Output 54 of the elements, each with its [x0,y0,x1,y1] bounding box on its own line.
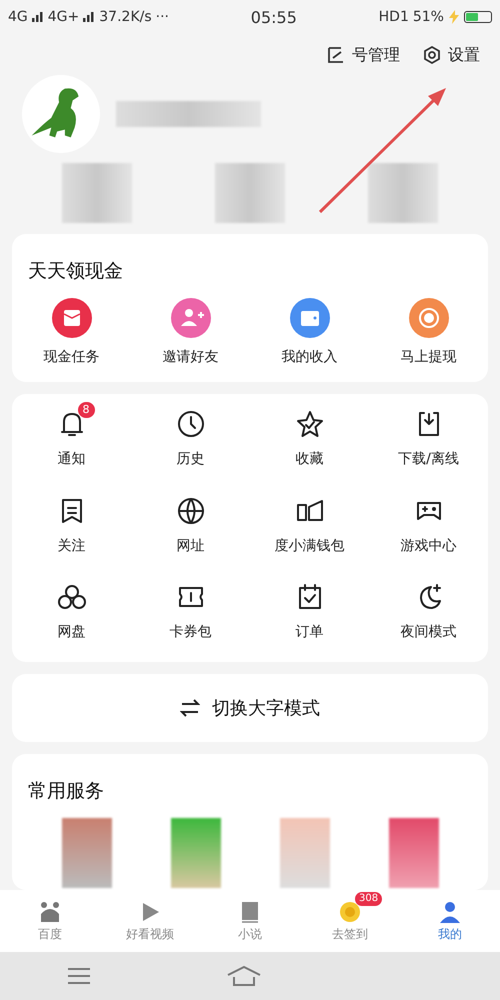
redacted-block [170,818,220,888]
settings-icon [422,45,442,65]
home-icon[interactable] [226,965,262,987]
status-text: ··· [156,9,169,25]
status-text: 4G+ [48,9,80,25]
tool-item[interactable]: 关注 [12,486,131,562]
account-manage-button[interactable]: 号管理 [326,44,400,66]
tool-item[interactable]: 网盘 [12,573,131,648]
tool-item[interactable]: 历史 [131,400,250,475]
cash-item[interactable]: 我的收入 [250,294,369,382]
status-text: 4G [8,9,28,25]
tool-item[interactable]: 8 通知 [12,400,131,475]
count-badge: 8 [78,402,94,418]
avatar[interactable] [22,75,100,153]
cash-item[interactable]: 现金任务 [12,294,131,382]
tool-item[interactable]: 游戏中心 [369,486,488,562]
section-title: 常用服务 [27,779,105,804]
tool-item[interactable]: 卡券包 [131,573,250,648]
status-text: HD1 [378,9,409,25]
count-badge: 308 [355,892,382,906]
settings-button[interactable]: 设置 [422,44,480,66]
redacted-block [368,163,438,223]
redacted-block [62,163,132,223]
tool-item[interactable]: 夜间模式 [369,573,488,648]
cash-item[interactable]: 马上提现 [369,294,488,382]
section-title: 天天领现金 [27,259,124,284]
menu-icon[interactable] [67,967,92,985]
redacted-block [280,818,330,888]
tab[interactable]: 308 去签到 [300,890,400,952]
tab[interactable]: 小说 [200,890,300,952]
signal-icon [83,12,96,22]
tool-item[interactable]: 订单 [250,573,369,648]
large-font-mode-button[interactable]: 切换大字模式 [12,674,488,742]
status-time: 05:55 [250,8,297,26]
battery-icon [464,11,492,23]
redacted-block [388,818,438,888]
tool-item[interactable]: 网址 [131,486,250,562]
signal-icon [32,12,44,22]
charging-icon [448,10,460,24]
status-text: 51% [412,9,444,25]
person-icon [437,900,463,924]
tab[interactable]: 我的 [400,890,500,952]
cash-item[interactable]: 邀请好友 [131,294,250,382]
tab[interactable]: 百度 [0,890,100,952]
edit-icon [326,45,346,65]
redacted-block [214,163,285,223]
swap-icon [180,699,200,717]
tool-item[interactable]: 收藏 [250,400,369,475]
status-text: 37.2K/s [99,9,152,25]
tab[interactable]: 好看视频 [100,890,200,952]
tool-item[interactable]: 度小满钱包 [250,486,369,562]
coin-icon [337,900,363,924]
tool-item[interactable]: 下载/离线 [369,400,488,475]
redacted-block [62,818,112,888]
